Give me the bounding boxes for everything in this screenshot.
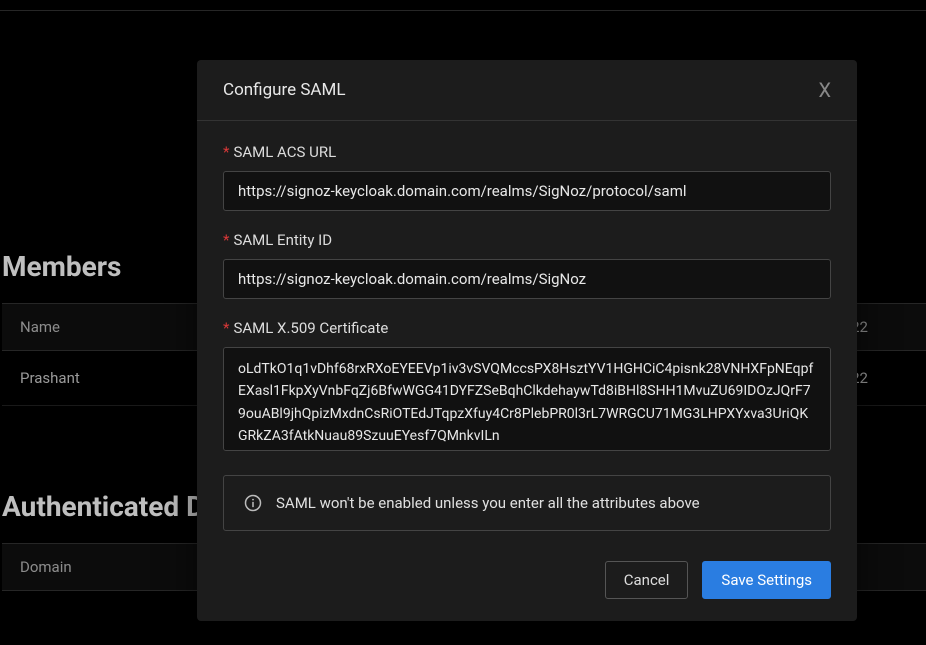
modal-footer: Cancel Save Settings	[197, 553, 857, 621]
save-settings-button[interactable]: Save Settings	[702, 561, 831, 599]
required-star-icon: *	[223, 143, 229, 161]
saml-acs-url-group: *SAML ACS URL	[223, 143, 831, 211]
saml-acs-url-input[interactable]	[223, 171, 831, 211]
info-banner: SAML won't be enabled unless you enter a…	[223, 475, 831, 531]
saml-entity-id-group: *SAML Entity ID	[223, 231, 831, 299]
saml-entity-id-label: *SAML Entity ID	[223, 231, 831, 249]
cancel-button[interactable]: Cancel	[605, 561, 689, 599]
label-text: SAML X.509 Certificate	[233, 319, 388, 337]
saml-cert-textarea[interactable]: oLdTkO1q1vDhf68rxRXoEYEEVp1iv3vSVQMccsPX…	[223, 347, 831, 451]
saml-entity-id-input[interactable]	[223, 259, 831, 299]
modal-body: *SAML ACS URL *SAML Entity ID *SAML X.50…	[197, 121, 857, 553]
modal-header: Configure SAML X	[197, 60, 857, 121]
required-star-icon: *	[223, 319, 229, 337]
saml-cert-group: *SAML X.509 Certificate oLdTkO1q1vDhf68r…	[223, 319, 831, 455]
label-text: SAML ACS URL	[233, 143, 336, 161]
close-button[interactable]: X	[818, 80, 831, 100]
label-text: SAML Entity ID	[233, 231, 332, 249]
saml-cert-label: *SAML X.509 Certificate	[223, 319, 831, 337]
info-icon	[244, 494, 262, 512]
configure-saml-modal: Configure SAML X *SAML ACS URL *SAML Ent…	[197, 60, 857, 621]
required-star-icon: *	[223, 231, 229, 249]
modal-title: Configure SAML	[223, 80, 346, 100]
saml-acs-url-label: *SAML ACS URL	[223, 143, 831, 161]
info-text: SAML won't be enabled unless you enter a…	[276, 494, 700, 512]
